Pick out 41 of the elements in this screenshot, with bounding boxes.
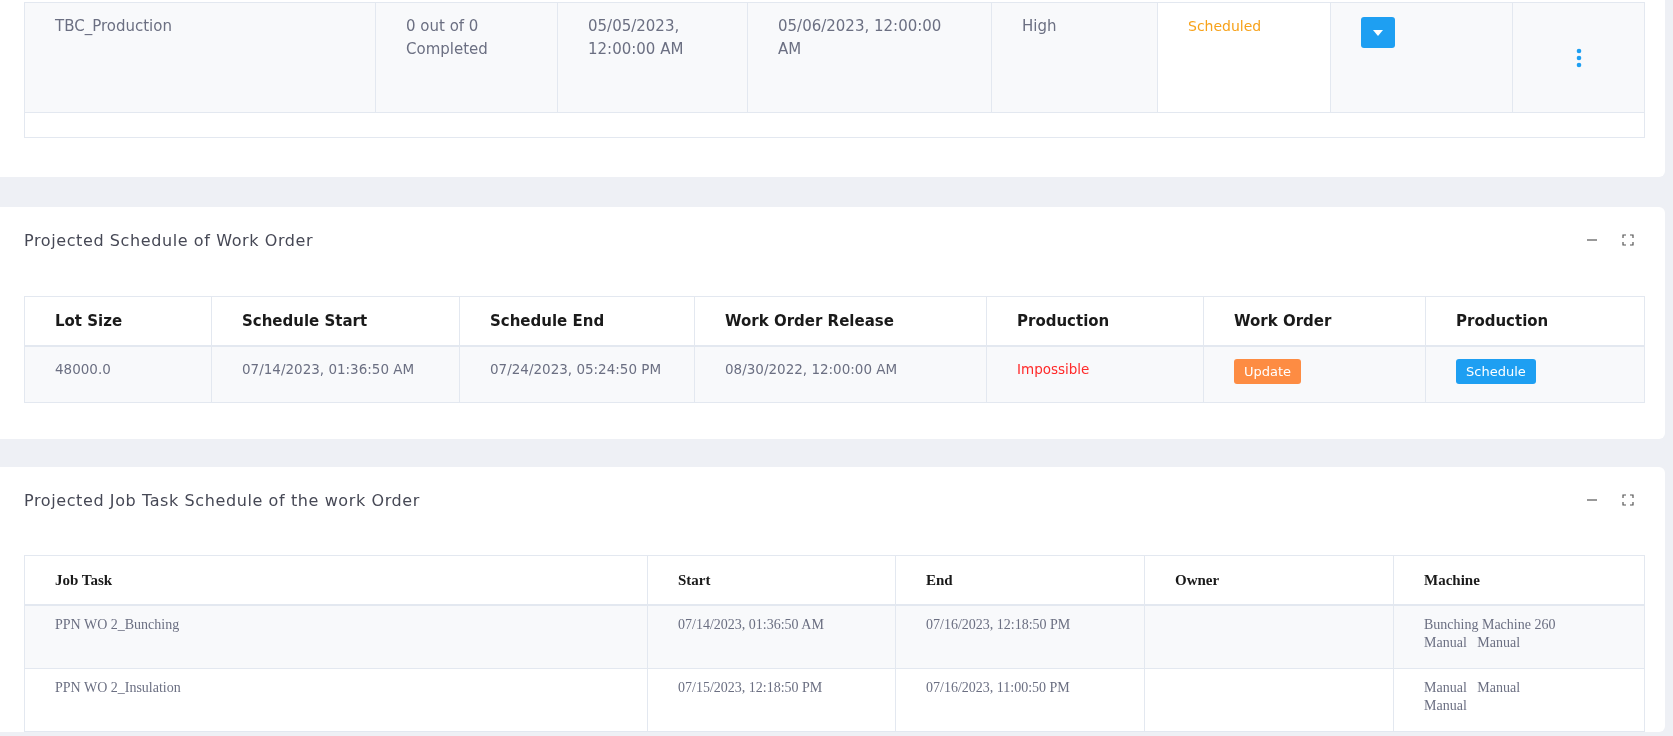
card-title: Projected Job Task Schedule of the work Order <box>24 490 420 510</box>
machine-text: Bunching Machine 260 <box>1424 616 1556 634</box>
more-options-icon[interactable] <box>1575 47 1582 68</box>
dropdown-button[interactable] <box>1361 17 1395 48</box>
fullscreen-icon[interactable] <box>1622 494 1634 506</box>
column-header: Production <box>987 297 1204 345</box>
status-text: Impossible <box>987 347 1204 402</box>
column-header: End <box>896 556 1145 604</box>
table-cell: 08/30/2022, 12:00:00 AM <box>695 347 987 402</box>
table-cell: 05/05/2023, 12:00:00 AM <box>558 3 748 112</box>
table-cell: 07/14/2023, 01:36:50 AM <box>212 347 460 402</box>
table-cell: 07/14/2023, 01:36:50 AM <box>648 606 896 668</box>
table-cell: 07/16/2023, 12:18:50 PM <box>896 606 1145 668</box>
schedule-button[interactable]: Schedule <box>1456 359 1536 384</box>
status-text: Scheduled <box>1158 3 1331 112</box>
fullscreen-icon[interactable] <box>1622 234 1634 246</box>
card-title: Projected Schedule of Work Order <box>24 230 314 250</box>
column-header: Start <box>648 556 896 604</box>
column-header: Work Order Release <box>695 297 987 345</box>
machine-text: Manual Manual <box>1424 634 1521 652</box>
table-cell: 07/15/2023, 12:18:50 PM <box>648 669 896 731</box>
column-header: Work Order <box>1204 297 1426 345</box>
column-header: Job Task <box>25 556 648 604</box>
table-cell: 05/06/2023, 12:00:00 AM <box>748 3 992 112</box>
table-cell: PPN WO 2_Bunching <box>25 606 648 668</box>
machine-text: Manual Manual <box>1424 679 1521 697</box>
column-header: Production <box>1455 311 1550 332</box>
update-button[interactable]: Update <box>1234 359 1302 384</box>
column-header: Owner <box>1145 556 1394 604</box>
column-header: Lot Size <box>25 297 212 345</box>
column-header: Schedule Start <box>212 297 460 345</box>
table-cell: 07/16/2023, 11:00:50 PM <box>896 669 1145 731</box>
table-cell: PPN WO 2_Insulation <box>25 669 648 731</box>
column-header: Machine <box>1423 570 1481 590</box>
caret-icon <box>1373 29 1383 36</box>
column-header: Schedule End <box>460 297 695 345</box>
table-cell: TBC_Production <box>25 3 376 112</box>
table-cell: 48000.0 <box>25 347 212 402</box>
table-cell: 07/24/2023, 05:24:50 PM <box>460 347 695 402</box>
table-cell: 0 out of 0 Completed <box>376 3 558 112</box>
machine-text: Manual <box>1424 697 1467 715</box>
